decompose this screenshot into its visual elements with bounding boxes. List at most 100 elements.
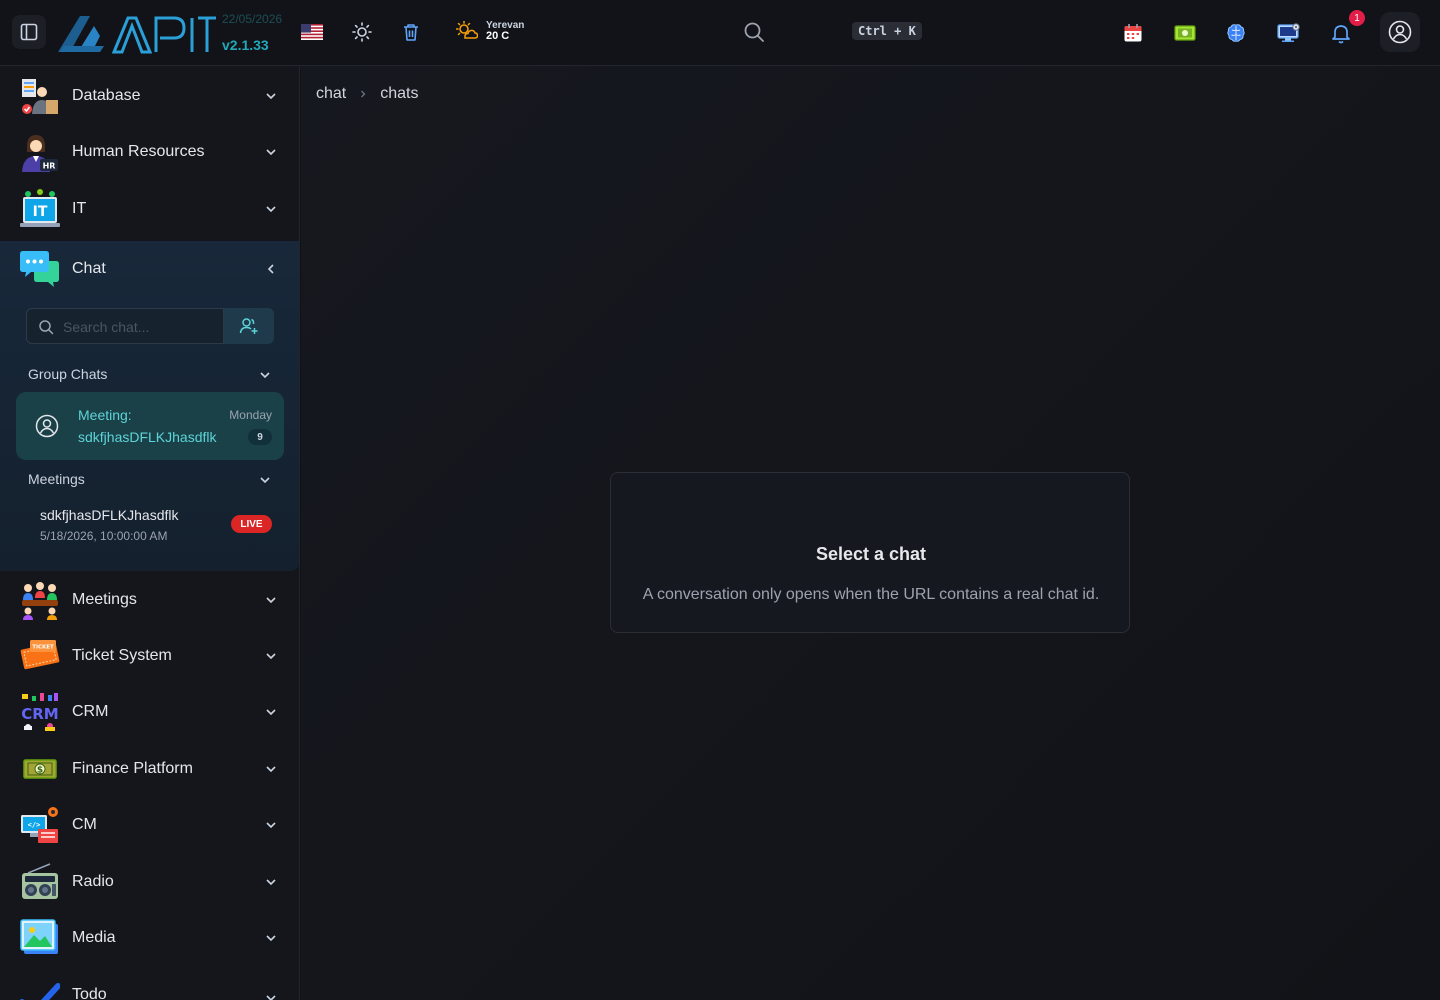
chevron-down-icon [266,822,276,829]
theme-toggle-button[interactable] [350,20,374,44]
sidebar-item-label: Meetings [72,591,137,608]
user-circle-icon [1388,20,1412,44]
sidebar-item-human-resources[interactable]: HR Human Resources [0,124,299,180]
chevron-down-icon [266,206,276,213]
weather-widget[interactable]: Yerevan 20 C [456,20,524,42]
it-laptop-icon: IT [20,189,60,227]
chevron-down-icon [266,93,276,100]
app-version: v2.1.33 [222,37,269,53]
sidebar-toggle-icon [20,23,38,41]
monitor-settings-icon [1277,23,1300,42]
user-menu-button[interactable] [1380,12,1420,52]
unread-count-badge: 9 [248,429,272,445]
chat-section: Chat Group Chats Meeting: sdkfjhasDFLKJh… [0,241,299,571]
chevron-down-icon [266,879,276,886]
crm-icon: CRM [21,693,59,731]
empty-state-description: A conversation only opens when the URL c… [642,586,1100,603]
chevron-down-icon [266,935,276,942]
group-chat-title: Meeting: [78,407,132,423]
meeting-item-date: 5/18/2026, 10:00:00 AM [40,529,168,543]
chevron-down-icon[interactable] [258,368,272,382]
svg-text:</>: </> [28,821,41,829]
sidebar-item-label: Radio [72,873,114,890]
group-chat-name: sdkfjhasDFLKJhasdflk [78,429,217,445]
sidebar-item-label: Database [72,87,141,104]
breadcrumb: chat chats [316,85,419,103]
chevron-down-icon [266,709,276,716]
svg-text:CRM: CRM [21,705,59,723]
sidebar-item-label: Chat [72,260,106,277]
add-user-icon [239,318,258,334]
sidebar-item-label: Finance Platform [72,760,193,777]
sidebar-item-label: CRM [72,703,109,720]
chevron-down-icon [266,766,276,773]
remote-desktop-button[interactable] [1276,21,1302,45]
meetings-heading[interactable]: Meetings [28,471,85,487]
database-icon [22,79,58,114]
bell-icon [1332,25,1350,44]
image-media-icon [20,919,58,954]
breadcrumb-item-chat[interactable]: chat [316,85,346,103]
svg-text:$: $ [37,766,43,776]
sidebar-toggle-button[interactable] [12,15,46,49]
sidebar-item-finance-platform[interactable]: $ Finance Platform [0,741,299,797]
global-search-button[interactable] [742,20,766,44]
sidebar-item-meetings[interactable]: Meetings [0,572,299,628]
meetings-icon [22,582,58,620]
weather-temp: 20 C [486,30,510,42]
trash-icon [404,24,418,41]
money-icon [1174,25,1196,41]
money-bill-icon: $ [23,759,57,779]
checkmark-todo-icon [20,983,60,1000]
sidebar-item-radio[interactable]: Radio [0,854,299,910]
group-chat-day: Monday [229,408,272,422]
chevron-down-icon [266,995,276,1000]
clear-cache-button[interactable] [399,20,423,44]
new-chat-button[interactable] [224,308,274,344]
chat-bubbles-icon [20,251,59,287]
svg-text:TICKET: TICKET [32,645,54,651]
user-circle-icon [35,414,59,438]
sidebar-item-label: Human Resources [72,143,205,160]
live-badge: LIVE [231,515,272,533]
search-shortcut-hint: Ctrl + K [852,22,922,40]
sidebar-item-ticket-system[interactable]: TICKET Ticket System [0,628,299,684]
calendar-icon [1124,24,1142,42]
calendar-button[interactable] [1121,21,1145,45]
sidebar-item-chat[interactable]: Chat [0,241,299,297]
meeting-item-name[interactable]: sdkfjhasDFLKJhasdflk [40,507,179,523]
top-bar: 22/05/2026 v2.1.33 Yerevan 20 C Ctrl + K [0,0,1440,66]
sidebar-item-label: IT [72,200,87,217]
group-chats-heading[interactable]: Group Chats [28,366,107,382]
svg-text:HR: HR [43,162,56,171]
empty-state-title: Select a chat [815,544,927,564]
notifications-button[interactable] [1328,20,1354,46]
search-icon [744,22,764,42]
language-button[interactable] [300,22,324,42]
sidebar-item-label: CM [72,816,97,833]
chevron-down-icon[interactable] [258,473,272,487]
breadcrumb-item-chats[interactable]: chats [380,85,418,103]
chat-search-input[interactable] [63,317,213,337]
sidebar-item-todo[interactable]: Todo [0,966,299,1000]
weather-sun-cloud-icon [456,21,478,39]
ai-button[interactable] [1224,21,1248,45]
main-content: chat chats Select a chat A conversation … [301,66,1440,1000]
code-monitor-icon: </> [21,807,58,843]
sidebar-item-media[interactable]: Media [0,910,299,966]
sidebar-item-cm[interactable]: </> CM [0,797,299,853]
search-icon [39,320,54,335]
sidebar-item-crm[interactable]: CRM CRM [0,684,299,740]
chevron-down-icon [266,149,276,156]
brain-icon [1227,24,1245,42]
finance-button[interactable] [1172,21,1198,45]
chat-search-box [26,308,224,344]
chevron-down-icon [266,597,276,604]
header-date: 22/05/2026 [222,12,283,26]
chevron-down-icon [266,653,276,660]
sidebar-item-database[interactable]: Database [0,68,299,124]
group-chat-item[interactable]: Meeting: sdkfjhasDFLKJhasdflk Monday 9 [16,392,284,460]
apit-logo[interactable] [56,12,216,54]
sidebar-item-it[interactable]: IT IT [0,181,299,237]
hr-person-icon: HR [22,135,58,172]
